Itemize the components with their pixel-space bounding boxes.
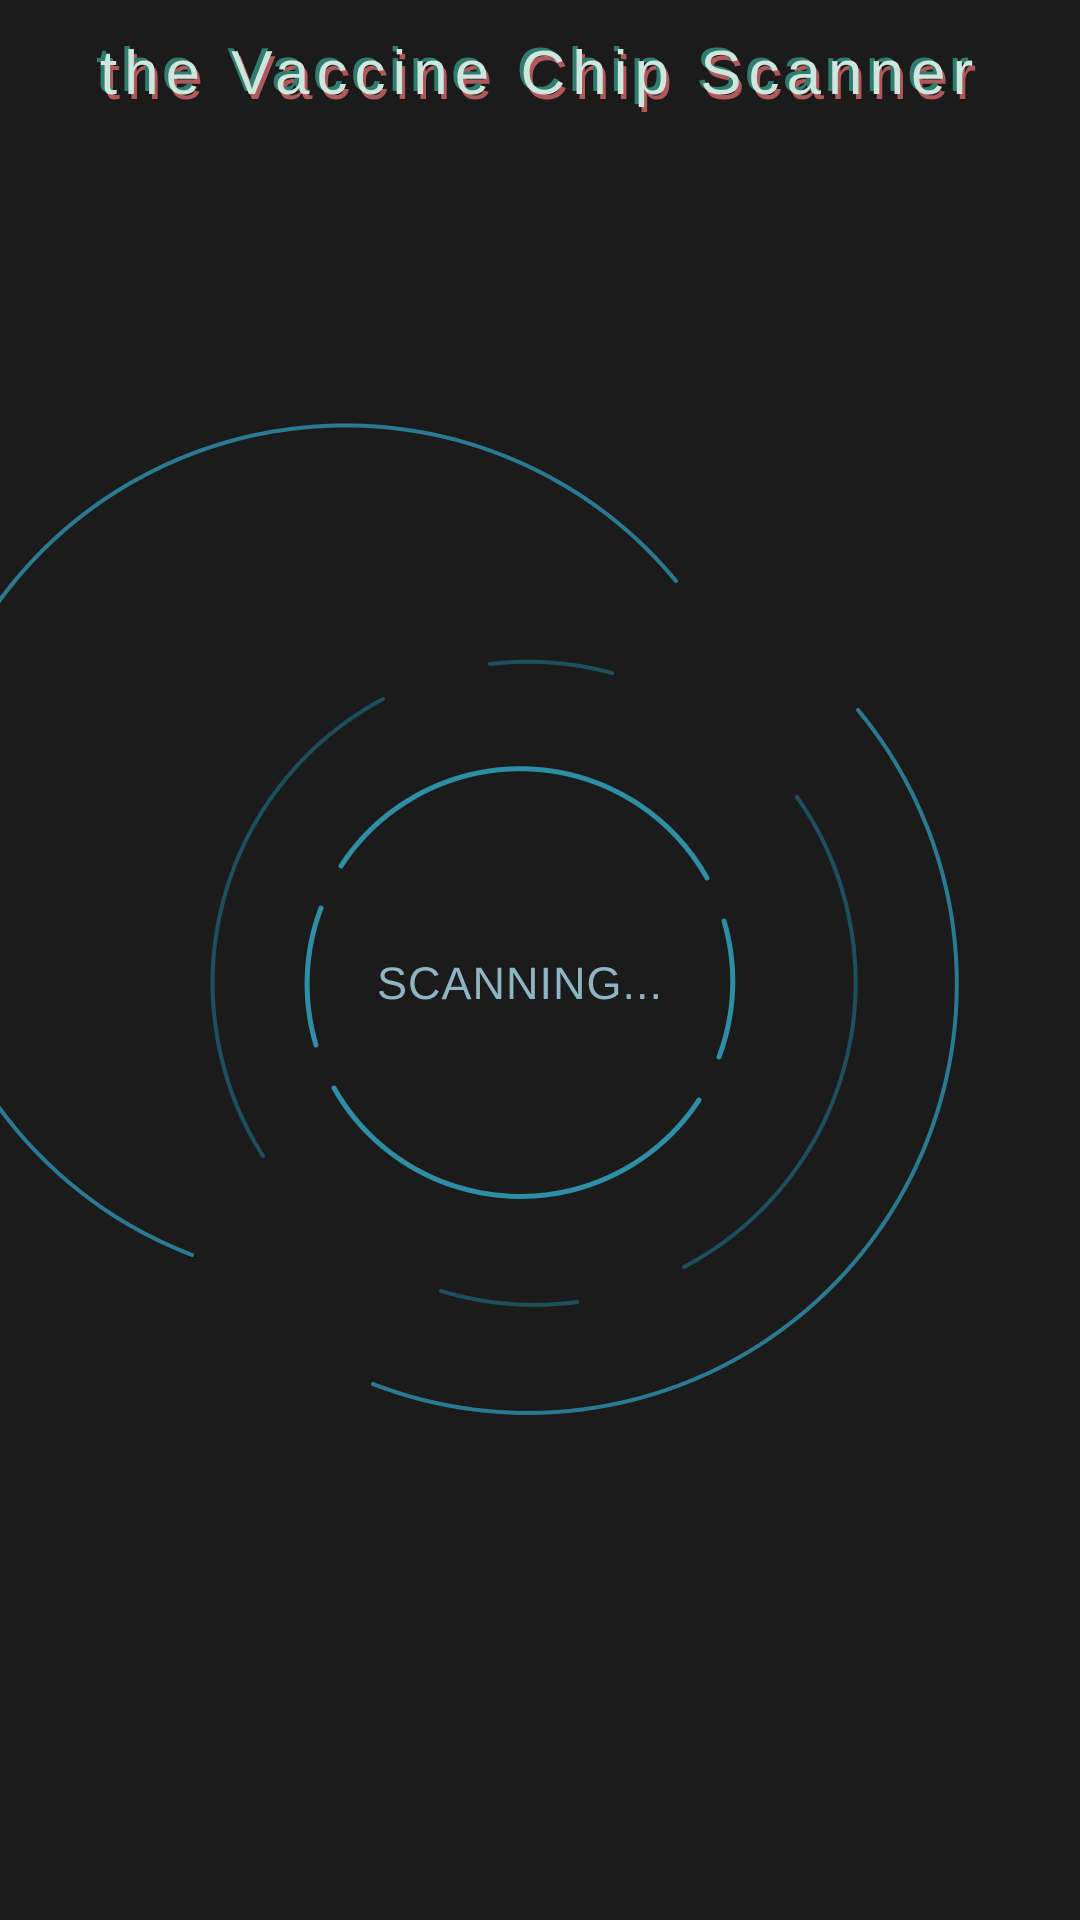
middle-ring-arc-2 [488,659,614,675]
outer-ring-arc-1 [0,423,678,1257]
scanner-screen: the Vaccine Chip Scanner SCANNING... [0,0,1080,1920]
scanning-status: SCANNING... [376,958,664,1009]
outer-ring-arc-2 [371,708,959,1415]
inner-ring-arc-1 [338,766,710,881]
middle-ring-arc-4 [439,1289,579,1307]
middle-ring-arc-1 [210,697,385,1158]
inner-ring-arc-3 [331,1085,702,1199]
middle-ring-arc-3 [682,795,858,1269]
